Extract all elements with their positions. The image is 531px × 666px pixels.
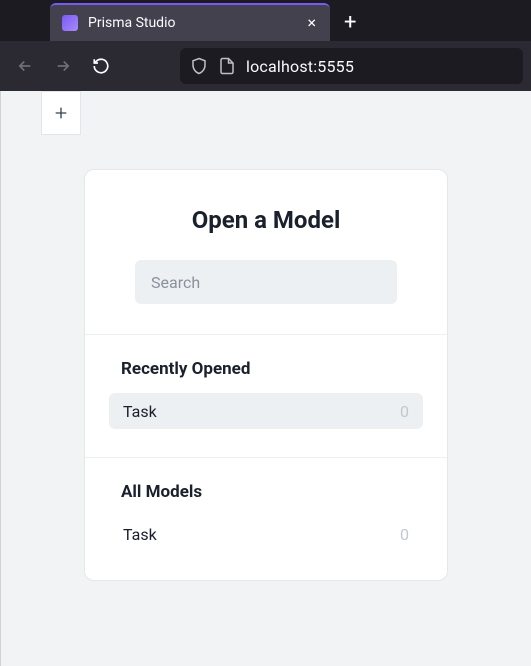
browser-tab[interactable]: Prisma Studio × <box>50 3 330 41</box>
forward-button[interactable] <box>46 49 80 83</box>
model-name: Task <box>123 525 157 544</box>
reload-button[interactable] <box>84 49 118 83</box>
dialog-title: Open a Model <box>135 206 397 234</box>
app-tab-bar <box>1 91 531 135</box>
model-count: 0 <box>400 525 409 544</box>
content-area: Open a Model Recently Opened Task 0 All … <box>1 135 531 581</box>
model-row-recent[interactable]: Task 0 <box>109 393 423 429</box>
arrow-right-icon <box>54 57 72 75</box>
model-name: Task <box>123 402 157 421</box>
search-input[interactable] <box>135 260 397 304</box>
open-model-dialog: Open a Model Recently Opened Task 0 All … <box>84 169 448 581</box>
back-button[interactable] <box>8 49 42 83</box>
address-bar[interactable]: localhost:5555 <box>180 48 523 84</box>
shield-icon[interactable] <box>190 57 208 75</box>
add-tab-button[interactable] <box>41 91 81 135</box>
reload-icon <box>92 57 110 75</box>
recently-opened-section: Recently Opened Task 0 <box>85 335 447 458</box>
close-icon[interactable]: × <box>305 13 318 33</box>
plus-icon <box>53 105 69 121</box>
page-icon <box>218 57 236 75</box>
arrow-left-icon <box>16 57 34 75</box>
all-models-section: All Models Task 0 <box>85 458 447 580</box>
model-row-all[interactable]: Task 0 <box>109 516 423 552</box>
new-tab-button[interactable]: + <box>330 3 370 41</box>
model-count: 0 <box>400 402 409 421</box>
browser-tab-strip: Prisma Studio × + <box>0 0 531 41</box>
url-text: localhost:5555 <box>246 57 354 76</box>
page-content: Open a Model Recently Opened Task 0 All … <box>0 91 531 666</box>
dialog-header: Open a Model <box>85 170 447 335</box>
prisma-favicon <box>62 15 78 31</box>
browser-tab-title: Prisma Studio <box>88 15 295 31</box>
recently-opened-heading: Recently Opened <box>109 359 423 393</box>
all-models-heading: All Models <box>109 482 423 516</box>
browser-toolbar: localhost:5555 <box>0 41 531 91</box>
